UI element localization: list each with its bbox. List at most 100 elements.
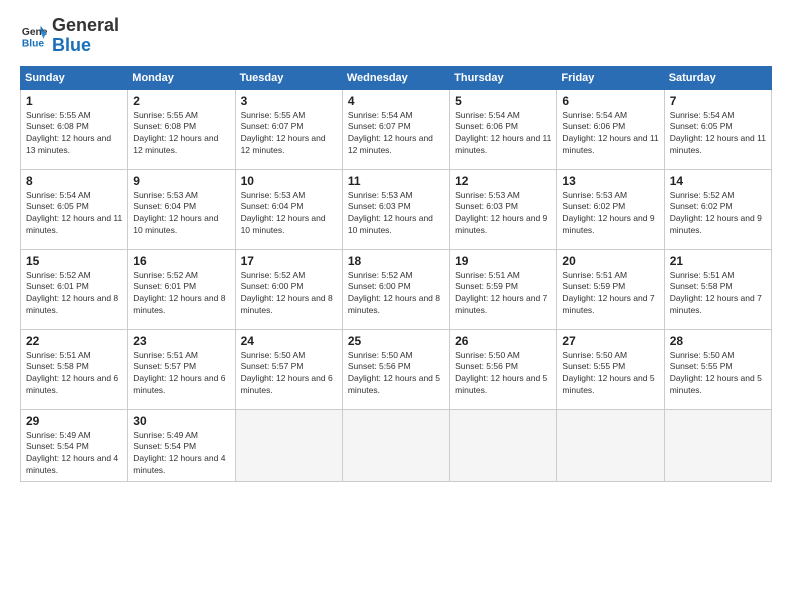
weekday-header-row: SundayMondayTuesdayWednesdayThursdayFrid…	[21, 66, 772, 89]
day-info: Sunrise: 5:52 AM Sunset: 6:00 PM Dayligh…	[241, 270, 337, 318]
day-number: 1	[26, 94, 122, 108]
day-info: Sunrise: 5:53 AM Sunset: 6:02 PM Dayligh…	[562, 190, 658, 238]
day-info: Sunrise: 5:53 AM Sunset: 6:03 PM Dayligh…	[348, 190, 444, 238]
day-info: Sunrise: 5:52 AM Sunset: 6:02 PM Dayligh…	[670, 190, 766, 238]
day-info: Sunrise: 5:51 AM Sunset: 5:59 PM Dayligh…	[562, 270, 658, 318]
weekday-header-tuesday: Tuesday	[235, 66, 342, 89]
calendar-cell: 19 Sunrise: 5:51 AM Sunset: 5:59 PM Dayl…	[450, 249, 557, 329]
calendar-cell: 16 Sunrise: 5:52 AM Sunset: 6:01 PM Dayl…	[128, 249, 235, 329]
day-number: 5	[455, 94, 551, 108]
logo: General Blue General Blue	[20, 16, 119, 56]
day-info: Sunrise: 5:52 AM Sunset: 6:01 PM Dayligh…	[133, 270, 229, 318]
day-number: 29	[26, 414, 122, 428]
weekday-header-friday: Friday	[557, 66, 664, 89]
calendar-cell: 25 Sunrise: 5:50 AM Sunset: 5:56 PM Dayl…	[342, 329, 449, 409]
day-number: 18	[348, 254, 444, 268]
calendar-cell: 23 Sunrise: 5:51 AM Sunset: 5:57 PM Dayl…	[128, 329, 235, 409]
day-number: 8	[26, 174, 122, 188]
calendar-cell: 11 Sunrise: 5:53 AM Sunset: 6:03 PM Dayl…	[342, 169, 449, 249]
day-number: 14	[670, 174, 766, 188]
calendar-table: SundayMondayTuesdayWednesdayThursdayFrid…	[20, 66, 772, 483]
day-number: 15	[26, 254, 122, 268]
day-number: 25	[348, 334, 444, 348]
calendar-cell: 7 Sunrise: 5:54 AM Sunset: 6:05 PM Dayli…	[664, 89, 771, 169]
calendar-cell: 27 Sunrise: 5:50 AM Sunset: 5:55 PM Dayl…	[557, 329, 664, 409]
calendar-cell: 20 Sunrise: 5:51 AM Sunset: 5:59 PM Dayl…	[557, 249, 664, 329]
day-number: 12	[455, 174, 551, 188]
day-info: Sunrise: 5:49 AM Sunset: 5:54 PM Dayligh…	[26, 430, 122, 478]
day-info: Sunrise: 5:50 AM Sunset: 5:57 PM Dayligh…	[241, 350, 337, 398]
calendar-cell: 5 Sunrise: 5:54 AM Sunset: 6:06 PM Dayli…	[450, 89, 557, 169]
calendar-cell: 13 Sunrise: 5:53 AM Sunset: 6:02 PM Dayl…	[557, 169, 664, 249]
logo-icon: General Blue	[20, 22, 48, 50]
day-number: 13	[562, 174, 658, 188]
day-number: 22	[26, 334, 122, 348]
calendar-cell: 18 Sunrise: 5:52 AM Sunset: 6:00 PM Dayl…	[342, 249, 449, 329]
calendar-cell	[235, 409, 342, 482]
calendar-cell: 6 Sunrise: 5:54 AM Sunset: 6:06 PM Dayli…	[557, 89, 664, 169]
calendar-cell: 8 Sunrise: 5:54 AM Sunset: 6:05 PM Dayli…	[21, 169, 128, 249]
calendar-cell: 22 Sunrise: 5:51 AM Sunset: 5:58 PM Dayl…	[21, 329, 128, 409]
calendar-cell: 30 Sunrise: 5:49 AM Sunset: 5:54 PM Dayl…	[128, 409, 235, 482]
calendar-cell: 15 Sunrise: 5:52 AM Sunset: 6:01 PM Dayl…	[21, 249, 128, 329]
day-number: 10	[241, 174, 337, 188]
day-number: 27	[562, 334, 658, 348]
day-info: Sunrise: 5:55 AM Sunset: 6:07 PM Dayligh…	[241, 110, 337, 158]
day-number: 16	[133, 254, 229, 268]
day-info: Sunrise: 5:50 AM Sunset: 5:55 PM Dayligh…	[670, 350, 766, 398]
day-info: Sunrise: 5:55 AM Sunset: 6:08 PM Dayligh…	[133, 110, 229, 158]
day-info: Sunrise: 5:51 AM Sunset: 5:57 PM Dayligh…	[133, 350, 229, 398]
calendar-cell: 12 Sunrise: 5:53 AM Sunset: 6:03 PM Dayl…	[450, 169, 557, 249]
calendar-cell	[450, 409, 557, 482]
calendar-cell: 26 Sunrise: 5:50 AM Sunset: 5:56 PM Dayl…	[450, 329, 557, 409]
day-info: Sunrise: 5:50 AM Sunset: 5:56 PM Dayligh…	[455, 350, 551, 398]
calendar-cell: 4 Sunrise: 5:54 AM Sunset: 6:07 PM Dayli…	[342, 89, 449, 169]
svg-text:Blue: Blue	[22, 38, 45, 49]
day-number: 11	[348, 174, 444, 188]
day-info: Sunrise: 5:50 AM Sunset: 5:56 PM Dayligh…	[348, 350, 444, 398]
day-info: Sunrise: 5:53 AM Sunset: 6:04 PM Dayligh…	[241, 190, 337, 238]
day-number: 6	[562, 94, 658, 108]
calendar-cell: 9 Sunrise: 5:53 AM Sunset: 6:04 PM Dayli…	[128, 169, 235, 249]
day-info: Sunrise: 5:50 AM Sunset: 5:55 PM Dayligh…	[562, 350, 658, 398]
calendar-cell: 14 Sunrise: 5:52 AM Sunset: 6:02 PM Dayl…	[664, 169, 771, 249]
day-info: Sunrise: 5:52 AM Sunset: 6:01 PM Dayligh…	[26, 270, 122, 318]
day-info: Sunrise: 5:51 AM Sunset: 5:58 PM Dayligh…	[26, 350, 122, 398]
day-info: Sunrise: 5:55 AM Sunset: 6:08 PM Dayligh…	[26, 110, 122, 158]
day-number: 4	[348, 94, 444, 108]
day-number: 26	[455, 334, 551, 348]
calendar-cell	[664, 409, 771, 482]
calendar-week-4: 22 Sunrise: 5:51 AM Sunset: 5:58 PM Dayl…	[21, 329, 772, 409]
day-info: Sunrise: 5:54 AM Sunset: 6:05 PM Dayligh…	[670, 110, 766, 158]
day-number: 3	[241, 94, 337, 108]
day-number: 28	[670, 334, 766, 348]
day-number: 30	[133, 414, 229, 428]
day-number: 2	[133, 94, 229, 108]
day-info: Sunrise: 5:52 AM Sunset: 6:00 PM Dayligh…	[348, 270, 444, 318]
day-number: 7	[670, 94, 766, 108]
calendar-cell: 24 Sunrise: 5:50 AM Sunset: 5:57 PM Dayl…	[235, 329, 342, 409]
day-info: Sunrise: 5:53 AM Sunset: 6:03 PM Dayligh…	[455, 190, 551, 238]
logo-text: General Blue	[52, 16, 119, 56]
calendar-cell: 1 Sunrise: 5:55 AM Sunset: 6:08 PM Dayli…	[21, 89, 128, 169]
header: General Blue General Blue	[20, 16, 772, 56]
day-number: 21	[670, 254, 766, 268]
day-info: Sunrise: 5:51 AM Sunset: 5:59 PM Dayligh…	[455, 270, 551, 318]
day-info: Sunrise: 5:49 AM Sunset: 5:54 PM Dayligh…	[133, 430, 229, 478]
calendar-cell: 2 Sunrise: 5:55 AM Sunset: 6:08 PM Dayli…	[128, 89, 235, 169]
weekday-header-wednesday: Wednesday	[342, 66, 449, 89]
calendar-cell: 29 Sunrise: 5:49 AM Sunset: 5:54 PM Dayl…	[21, 409, 128, 482]
calendar-cell: 10 Sunrise: 5:53 AM Sunset: 6:04 PM Dayl…	[235, 169, 342, 249]
day-number: 20	[562, 254, 658, 268]
day-info: Sunrise: 5:53 AM Sunset: 6:04 PM Dayligh…	[133, 190, 229, 238]
day-number: 19	[455, 254, 551, 268]
calendar-week-1: 1 Sunrise: 5:55 AM Sunset: 6:08 PM Dayli…	[21, 89, 772, 169]
calendar-cell: 28 Sunrise: 5:50 AM Sunset: 5:55 PM Dayl…	[664, 329, 771, 409]
calendar-week-2: 8 Sunrise: 5:54 AM Sunset: 6:05 PM Dayli…	[21, 169, 772, 249]
day-number: 24	[241, 334, 337, 348]
day-info: Sunrise: 5:54 AM Sunset: 6:06 PM Dayligh…	[562, 110, 658, 158]
weekday-header-saturday: Saturday	[664, 66, 771, 89]
calendar-cell: 17 Sunrise: 5:52 AM Sunset: 6:00 PM Dayl…	[235, 249, 342, 329]
weekday-header-monday: Monday	[128, 66, 235, 89]
weekday-header-sunday: Sunday	[21, 66, 128, 89]
